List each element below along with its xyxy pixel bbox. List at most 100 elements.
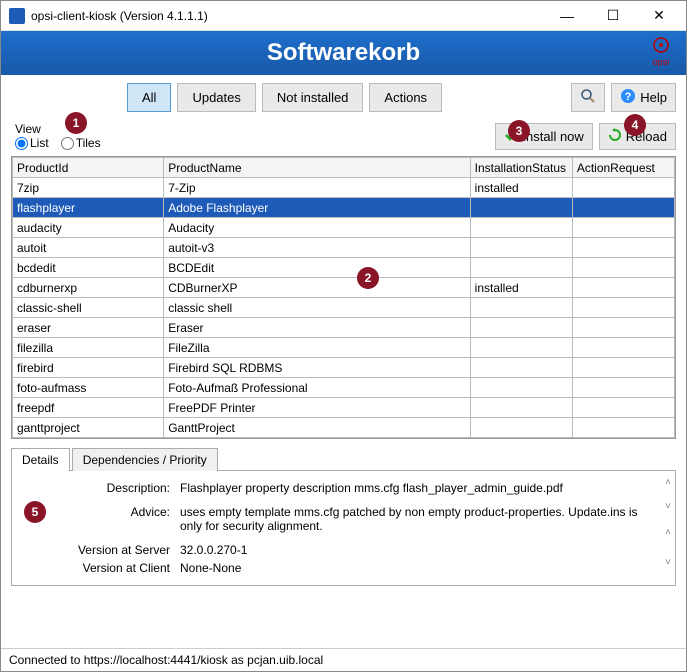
cell-name[interactable]: Foto-Aufmaß Professional [164, 378, 470, 398]
cell-name[interactable]: Adobe Flashplayer [164, 198, 470, 218]
cell-id[interactable]: foto-aufmass [13, 378, 164, 398]
cell-id[interactable]: classic-shell [13, 298, 164, 318]
cell-req[interactable] [572, 238, 674, 258]
cell-id[interactable]: 7zip [13, 178, 164, 198]
cell-req[interactable] [572, 258, 674, 278]
col-productname[interactable]: ProductName [164, 158, 470, 178]
scroll-down-icon[interactable]: ˅ [665, 557, 671, 568]
cell-id[interactable]: cdburnerxp [13, 278, 164, 298]
cell-status[interactable]: installed [470, 178, 572, 198]
cell-status[interactable] [470, 358, 572, 378]
value-description: Flashplayer property description mms.cfg… [180, 481, 667, 495]
minimize-button[interactable]: — [544, 1, 590, 31]
status-bar: Connected to https://localhost:4441/kios… [1, 648, 686, 671]
cell-status[interactable] [470, 318, 572, 338]
cell-status[interactable] [470, 258, 572, 278]
scroll-up-icon[interactable]: ˄ [665, 527, 671, 538]
filter-toolbar: All Updates Not installed Actions ? Help [1, 75, 686, 120]
cell-status[interactable] [470, 398, 572, 418]
help-label: Help [640, 90, 667, 105]
label-vclient: Version at Client [20, 561, 180, 575]
view-tiles-radio[interactable]: Tiles [61, 136, 101, 150]
search-icon [580, 88, 596, 107]
table-row[interactable]: ganttprojectGanttProject [13, 418, 675, 438]
titlebar[interactable]: opsi-client-kiosk (Version 4.1.1.1) — ☐ … [1, 1, 686, 31]
window-title: opsi-client-kiosk (Version 4.1.1.1) [31, 9, 544, 23]
cell-status[interactable] [470, 418, 572, 438]
view-list-radio[interactable]: List [15, 136, 49, 150]
col-request[interactable]: ActionRequest [572, 158, 674, 178]
cell-name[interactable]: Eraser [164, 318, 470, 338]
table-row[interactable]: freepdfFreePDF Printer [13, 398, 675, 418]
cell-req[interactable] [572, 338, 674, 358]
cell-status[interactable] [470, 238, 572, 258]
svg-text:?: ? [625, 91, 632, 103]
cell-req[interactable] [572, 358, 674, 378]
cell-name[interactable]: CDBurnerXP [164, 278, 470, 298]
cell-req[interactable] [572, 218, 674, 238]
cell-id[interactable]: filezilla [13, 338, 164, 358]
cell-id[interactable]: freepdf [13, 398, 164, 418]
cell-status[interactable] [470, 338, 572, 358]
table-row[interactable]: eraserEraser [13, 318, 675, 338]
scroll-down-icon[interactable]: ˅ [665, 501, 671, 512]
cell-name[interactable]: Firebird SQL RDBMS [164, 358, 470, 378]
tab-details[interactable]: Details [11, 448, 70, 471]
value-vserver: 32.0.0.270-1 [180, 543, 667, 557]
table-row[interactable]: cdburnerxpCDBurnerXPinstalled [13, 278, 675, 298]
opsi-logo: opsi [642, 33, 680, 71]
cell-id[interactable]: firebird [13, 358, 164, 378]
cell-req[interactable] [572, 318, 674, 338]
scroll-up-icon[interactable]: ˄ [665, 477, 671, 488]
cell-status[interactable] [470, 198, 572, 218]
table-row[interactable]: flashplayerAdobe Flashplayer [13, 198, 675, 218]
table-row[interactable]: foto-aufmassFoto-Aufmaß Professional [13, 378, 675, 398]
table-row[interactable]: bcdeditBCDEdit [13, 258, 675, 278]
cell-name[interactable]: GanttProject [164, 418, 470, 438]
cell-name[interactable]: 7-Zip [164, 178, 470, 198]
filter-notinstalled-button[interactable]: Not installed [262, 83, 364, 112]
cell-name[interactable]: FileZilla [164, 338, 470, 358]
cell-status[interactable]: installed [470, 278, 572, 298]
close-button[interactable]: ✕ [636, 1, 682, 31]
cell-req[interactable] [572, 198, 674, 218]
cell-status[interactable] [470, 218, 572, 238]
table-row[interactable]: filezillaFileZilla [13, 338, 675, 358]
cell-id[interactable]: bcdedit [13, 258, 164, 278]
col-status[interactable]: InstallationStatus [470, 158, 572, 178]
cell-name[interactable]: FreePDF Printer [164, 398, 470, 418]
table-row[interactable]: 7zip7-Zipinstalled [13, 178, 675, 198]
cell-req[interactable] [572, 398, 674, 418]
annotation-5: 5 [24, 501, 46, 523]
search-button[interactable] [571, 83, 605, 112]
filter-actions-button[interactable]: Actions [369, 83, 442, 112]
cell-req[interactable] [572, 378, 674, 398]
cell-id[interactable]: flashplayer [13, 198, 164, 218]
cell-id[interactable]: ganttproject [13, 418, 164, 438]
table-row[interactable]: firebirdFirebird SQL RDBMS [13, 358, 675, 378]
cell-req[interactable] [572, 298, 674, 318]
cell-id[interactable]: autoit [13, 238, 164, 258]
cell-name[interactable]: Audacity [164, 218, 470, 238]
cell-req[interactable] [572, 278, 674, 298]
maximize-button[interactable]: ☐ [590, 1, 636, 31]
table-row[interactable]: classic-shellclassic shell [13, 298, 675, 318]
cell-status[interactable] [470, 378, 572, 398]
cell-req[interactable] [572, 178, 674, 198]
help-button[interactable]: ? Help [611, 83, 676, 112]
cell-req[interactable] [572, 418, 674, 438]
table-row[interactable]: autoitautoit-v3 [13, 238, 675, 258]
tab-dependencies[interactable]: Dependencies / Priority [72, 448, 218, 471]
cell-id[interactable]: audacity [13, 218, 164, 238]
cell-status[interactable] [470, 298, 572, 318]
cell-name[interactable]: autoit-v3 [164, 238, 470, 258]
filter-all-button[interactable]: All [127, 83, 171, 112]
table-row[interactable]: audacityAudacity [13, 218, 675, 238]
product-table[interactable]: 2 ProductId ProductName InstallationStat… [11, 156, 676, 439]
filter-updates-button[interactable]: Updates [177, 83, 255, 112]
cell-name[interactable]: BCDEdit [164, 258, 470, 278]
cell-id[interactable]: eraser [13, 318, 164, 338]
cell-name[interactable]: classic shell [164, 298, 470, 318]
col-productid[interactable]: ProductId [13, 158, 164, 178]
table-header-row[interactable]: ProductId ProductName InstallationStatus… [13, 158, 675, 178]
